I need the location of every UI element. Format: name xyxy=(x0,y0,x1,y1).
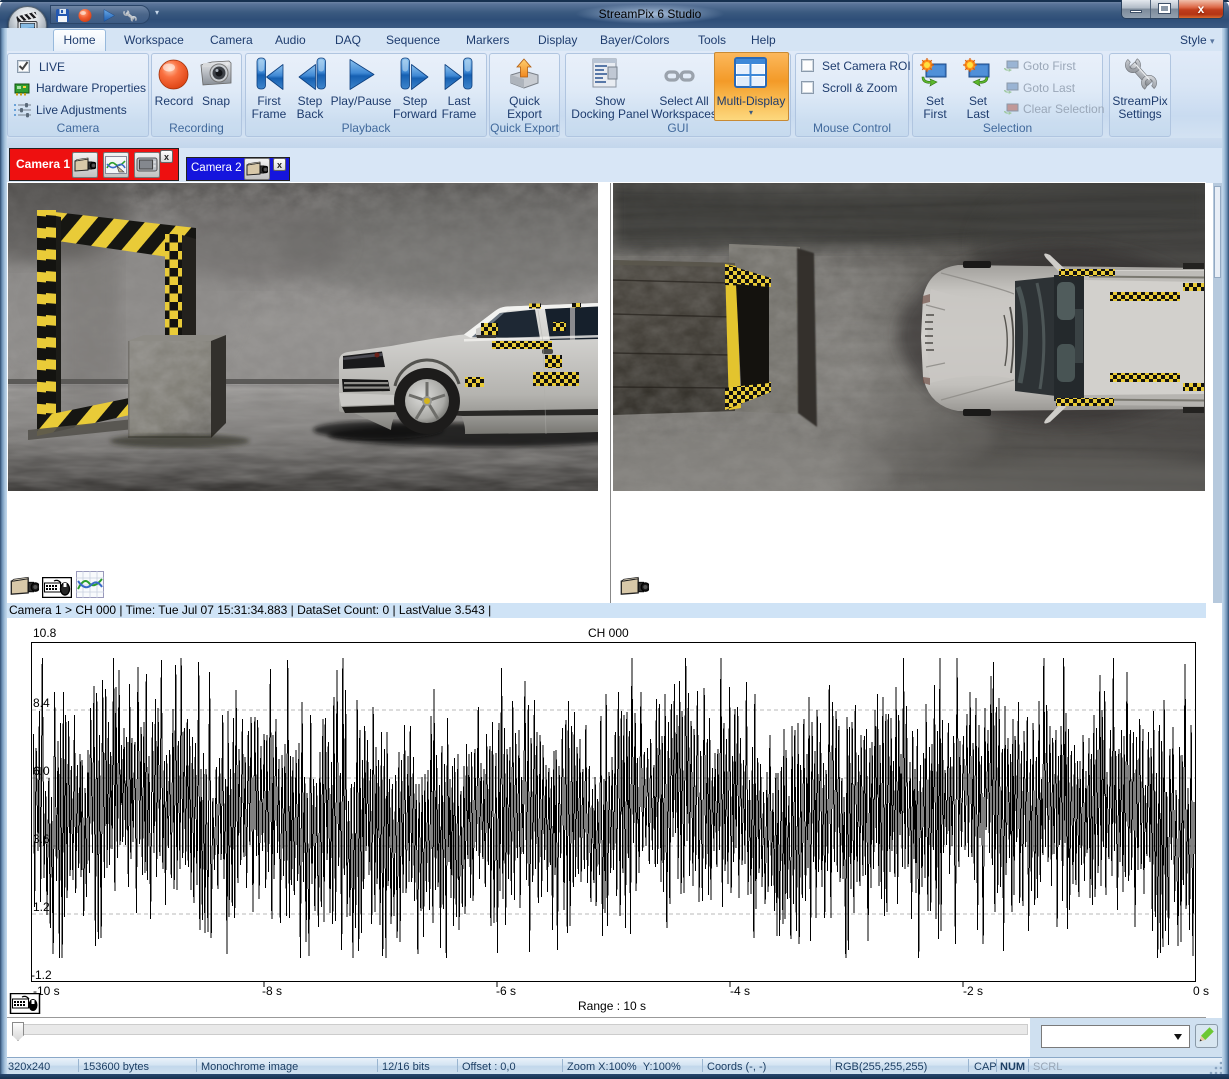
svg-text:3.6: 3.6 xyxy=(33,832,50,846)
svg-text:-8 s: -8 s xyxy=(262,984,282,998)
svg-text:-6 s: -6 s xyxy=(496,984,516,998)
svg-text:10.8: 10.8 xyxy=(33,626,57,640)
svg-text:1.2: 1.2 xyxy=(33,900,50,914)
svg-text:-1.2: -1.2 xyxy=(31,968,52,982)
svg-text:-4 s: -4 s xyxy=(730,984,750,998)
svg-text:6.0: 6.0 xyxy=(33,764,50,778)
svg-text:CH 000: CH 000 xyxy=(588,626,629,640)
svg-text:8.4: 8.4 xyxy=(33,696,50,710)
svg-text:Range : 10 s: Range : 10 s xyxy=(578,999,646,1013)
svg-text:-2 s: -2 s xyxy=(963,984,983,998)
svg-text:0 s: 0 s xyxy=(1193,984,1209,998)
